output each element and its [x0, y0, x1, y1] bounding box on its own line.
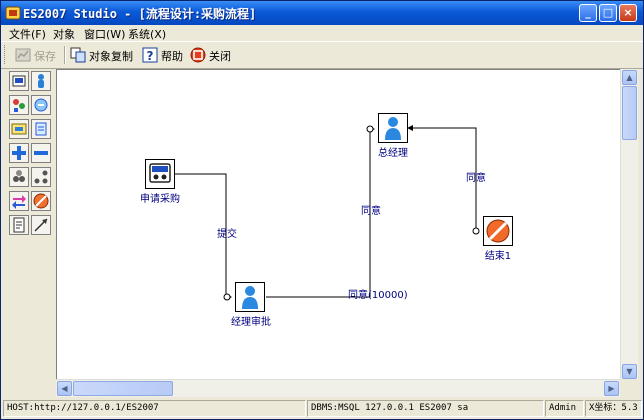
node-label: 结束1 [484, 251, 512, 262]
close-doc-icon [190, 47, 206, 63]
help-button[interactable]: ? 帮助 [140, 45, 183, 65]
edge-label-submit: 提交 [217, 229, 237, 240]
person-icon [378, 113, 408, 143]
palette-end-node[interactable] [31, 191, 51, 211]
help-icon: ? [142, 47, 158, 63]
start-node-icon [12, 75, 26, 87]
palette-add[interactable] [9, 143, 29, 163]
tool-palette [5, 69, 55, 399]
application-window: ES2007 Studio - [流程设计:采购流程] _ □ × 文件(F) … [0, 0, 644, 420]
node-label: 经理审批 [231, 317, 271, 328]
toolbar-separator [64, 46, 66, 64]
node-general-manager[interactable]: 总经理 [378, 113, 430, 159]
menu-file[interactable]: 文件(F) [9, 26, 46, 42]
end-node-icon [33, 193, 49, 209]
menu-system[interactable]: 系统(X) [128, 26, 166, 42]
node-label: 申请采购 [140, 194, 180, 205]
palette-branch[interactable] [31, 167, 51, 187]
status-host: HOST:http://127.0.0.1/ES2007 [3, 400, 306, 417]
save-label: 保存 [34, 50, 56, 63]
merge-node-icon [34, 98, 48, 112]
scroll-left-arrow-icon[interactable]: ◀ [57, 381, 72, 396]
edge-label-agree-gm: 同意 [361, 206, 381, 217]
toolbar: 保存 对象复制 ? 帮助 关闭 [1, 41, 643, 69]
maximize-button[interactable]: □ [599, 4, 617, 22]
input-port-manager[interactable] [223, 293, 231, 301]
palette-route[interactable] [9, 191, 29, 211]
vertical-scroll-thumb[interactable] [622, 86, 637, 140]
subprocess-node-icon [11, 123, 27, 135]
status-coordinate: X坐标：5.3 [585, 400, 642, 417]
palette-parallel-node[interactable] [9, 95, 29, 115]
node-end[interactable]: 结束1 [483, 216, 535, 262]
node-label: 总经理 [378, 148, 408, 159]
purchase-request-icon [145, 159, 175, 189]
copy-icon [70, 47, 86, 63]
connector-agree-10000[interactable] [266, 126, 375, 298]
document-node-icon [35, 122, 47, 136]
parallel-node-icon [13, 99, 25, 112]
scroll-up-arrow-icon[interactable]: ▲ [622, 70, 637, 85]
node-apply-purchase[interactable]: 申请采购 [140, 159, 197, 205]
palette-note[interactable] [9, 215, 29, 235]
svg-text:?: ? [147, 49, 154, 63]
connector-tool-icon [34, 218, 48, 232]
scroll-down-arrow-icon[interactable]: ▼ [622, 364, 637, 379]
minimize-button[interactable]: _ [579, 4, 597, 22]
end-icon [483, 216, 513, 246]
palette-subprocess-node[interactable] [9, 119, 29, 139]
copy-object-label: 对象复制 [89, 50, 133, 63]
title-bar[interactable]: ES2007 Studio - [流程设计:采购流程] _ □ × [1, 1, 643, 25]
input-port-end[interactable] [472, 227, 480, 235]
horizontal-scroll-thumb[interactable] [73, 381, 173, 396]
app-icon [5, 6, 21, 20]
add-icon [12, 146, 26, 160]
menu-object[interactable]: 对象 [53, 26, 75, 42]
edge-label-agree-10000: 同意(10000) [348, 290, 408, 301]
palette-document-node[interactable] [31, 119, 51, 139]
status-dbms: DBMS:MSQL 127.0.0.1 ES2007 sa [307, 400, 544, 417]
route-icon [12, 195, 26, 209]
save-icon [15, 48, 31, 62]
horizontal-scrollbar[interactable]: ◀ ▶ [56, 379, 620, 397]
menu-window[interactable]: 窗口(W) [84, 26, 125, 42]
menu-bar: 文件(F) 对象 窗口(W) 系统(X) [1, 25, 643, 41]
branch-icon [34, 170, 48, 184]
save-button[interactable]: 保存 [13, 45, 61, 65]
person-node-icon [38, 74, 44, 88]
vertical-scrollbar[interactable]: ▲ ▼ [620, 69, 638, 380]
scroll-right-arrow-icon[interactable]: ▶ [604, 381, 619, 396]
palette-connector[interactable] [31, 215, 51, 235]
close-window-button[interactable]: × [619, 4, 637, 22]
palette-start-node[interactable] [9, 71, 29, 91]
palette-merge-node[interactable] [31, 95, 51, 115]
input-port-gm[interactable] [366, 125, 374, 133]
note-icon [13, 217, 25, 233]
palette-group[interactable] [9, 167, 29, 187]
help-label: 帮助 [161, 50, 183, 63]
status-bar: HOST:http://127.0.0.1/ES2007 DBMS:MSQL 1… [1, 397, 643, 419]
status-user: Admin [545, 400, 584, 417]
close-document-label: 关闭 [209, 50, 231, 63]
remove-icon [34, 151, 48, 155]
connectors-layer [175, 125, 480, 301]
edge-label-agree-end: 同意 [466, 173, 486, 184]
group-icon [13, 170, 25, 182]
scroll-corner [620, 379, 637, 396]
copy-object-button[interactable]: 对象复制 [68, 45, 134, 65]
toolbar-grip[interactable] [4, 45, 8, 64]
close-document-button[interactable]: 关闭 [188, 45, 231, 65]
node-manager-approval[interactable]: 经理审批 [231, 282, 287, 328]
window-title: ES2007 Studio - [流程设计:采购流程] [23, 7, 257, 21]
palette-remove[interactable] [31, 143, 51, 163]
flow-canvas[interactable]: 申请采购 经理审批 总经理 结束1 提交 同意(10000) 同意 同意 [56, 69, 621, 380]
palette-person-node[interactable] [31, 71, 51, 91]
person-icon [235, 282, 265, 312]
